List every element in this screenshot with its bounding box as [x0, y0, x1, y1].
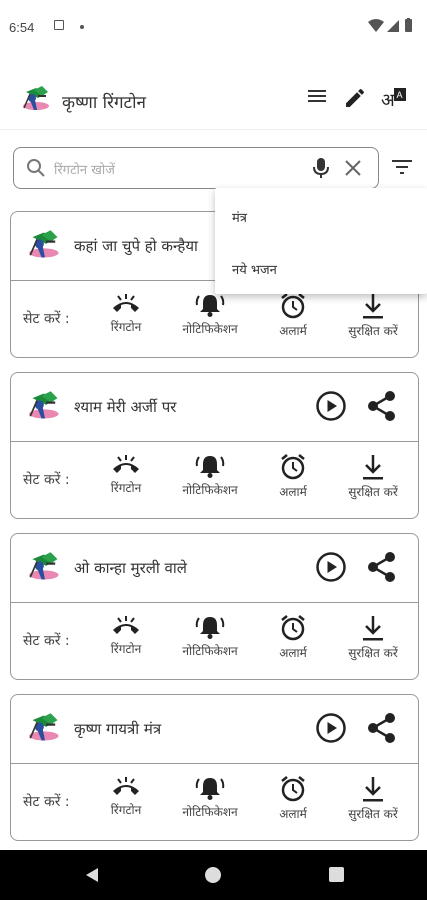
- action-label: सुरक्षित करें: [348, 485, 398, 499]
- ringtone-logo-icon: [25, 711, 65, 749]
- status-bar: 6:54: [0, 0, 427, 56]
- download-icon: [334, 775, 412, 803]
- set-notification-button[interactable]: नोटिफिकेशन: [171, 292, 249, 337]
- alarm-clock-icon: [254, 292, 332, 320]
- edit-icon[interactable]: [343, 86, 367, 114]
- set-alarm-button[interactable]: अलार्म: [254, 614, 332, 661]
- app-logo-icon: [20, 84, 54, 118]
- search-icon: [26, 158, 46, 182]
- set-ringtone-button[interactable]: रिंगटोन: [87, 775, 165, 818]
- notification-icon: [54, 20, 64, 30]
- card-header: कृष्ण गायत्री मंत्र: [11, 695, 418, 764]
- action-label: अलार्म: [279, 646, 307, 660]
- ringtone-logo-icon: [25, 550, 65, 588]
- set-alarm-button[interactable]: अलार्म: [254, 453, 332, 500]
- back-icon[interactable]: [84, 867, 100, 887]
- set-alarm-button[interactable]: अलार्म: [254, 292, 332, 339]
- system-nav-bar: [0, 850, 427, 900]
- phone-ringtone-icon: [87, 453, 165, 477]
- download-icon: [334, 453, 412, 481]
- save-button[interactable]: सुरक्षित करें: [334, 614, 412, 661]
- search-input[interactable]: रिंगटोन खोजें: [54, 160, 115, 178]
- save-button[interactable]: सुरक्षित करें: [334, 775, 412, 822]
- translate-icon[interactable]: अA: [381, 86, 409, 116]
- bell-icon: [171, 292, 249, 318]
- ringtone-card: ओ कान्हा मुरली वाले सेट करें : रिंगटोन नोटि…: [10, 533, 419, 680]
- share-icon[interactable]: [367, 390, 397, 426]
- set-label: सेट करें :: [23, 311, 70, 327]
- card-header: श्याम मेरी अर्जी पर: [11, 373, 418, 442]
- alarm-clock-icon: [254, 614, 332, 642]
- action-label: नोटिफिकेशन: [182, 483, 238, 497]
- bell-icon: [171, 453, 249, 479]
- action-label: अलार्म: [279, 807, 307, 821]
- ringtone-logo-icon: [25, 228, 65, 266]
- set-label: सेट करें :: [23, 472, 70, 488]
- alarm-clock-icon: [254, 453, 332, 481]
- set-notification-button[interactable]: नोटिफिकेशन: [171, 614, 249, 659]
- action-label: नोटिफिकेशन: [182, 644, 238, 658]
- set-alarm-button[interactable]: अलार्म: [254, 775, 332, 822]
- action-label: अलार्म: [279, 485, 307, 499]
- recents-icon[interactable]: [329, 867, 344, 882]
- app-bar: कृष्णा रिंगटोन अA: [0, 56, 427, 130]
- menu-icon[interactable]: [307, 86, 327, 110]
- set-label: सेट करें :: [23, 794, 70, 810]
- ringtone-logo-icon: [25, 389, 65, 427]
- category-dropdown: मंत्र नये भजन: [215, 188, 427, 294]
- download-icon: [334, 614, 412, 642]
- wifi-signal-battery-icon: [368, 18, 412, 32]
- search-bar[interactable]: रिंगटोन खोजें: [13, 147, 379, 189]
- set-ringtone-button[interactable]: रिंगटोन: [87, 614, 165, 657]
- action-label: सुरक्षित करें: [348, 646, 398, 660]
- status-right-icons: [367, 18, 417, 38]
- ringtone-card: श्याम मेरी अर्जी पर सेट करें : रिंगटोन नोटि…: [10, 372, 419, 519]
- action-label: रिंगटोन: [110, 320, 142, 334]
- svg-text:A: A: [397, 90, 403, 100]
- ringtone-title: ओ कान्हा मुरली वाले: [74, 559, 187, 577]
- set-notification-button[interactable]: नोटिफिकेशन: [171, 775, 249, 820]
- share-icon[interactable]: [367, 712, 397, 748]
- phone-ringtone-icon: [87, 775, 165, 799]
- set-ringtone-button[interactable]: रिंगटोन: [87, 453, 165, 496]
- action-label: रिंगटोन: [110, 481, 142, 495]
- clear-icon[interactable]: [344, 159, 362, 181]
- svg-text:अ: अ: [381, 90, 396, 111]
- ringtone-title: श्याम मेरी अर्जी पर: [74, 398, 177, 416]
- play-icon[interactable]: [315, 551, 347, 587]
- app-title: कृष्णा रिंगटोन: [62, 93, 146, 113]
- phone-ringtone-icon: [87, 614, 165, 638]
- notification-dot-icon: [80, 25, 84, 29]
- alarm-clock-icon: [254, 775, 332, 803]
- action-label: नोटिफिकेशन: [182, 322, 238, 336]
- share-icon[interactable]: [367, 551, 397, 587]
- save-button[interactable]: सुरक्षित करें: [334, 453, 412, 500]
- action-label: सुरक्षित करें: [348, 807, 398, 821]
- set-label: सेट करें :: [23, 633, 70, 649]
- ringtone-card: कृष्ण गायत्री मंत्र सेट करें : रिंगटोन नोटि…: [10, 694, 419, 841]
- set-notification-button[interactable]: नोटिफिकेशन: [171, 453, 249, 498]
- bell-icon: [171, 775, 249, 801]
- home-icon[interactable]: [205, 867, 221, 883]
- card-header: ओ कान्हा मुरली वाले: [11, 534, 418, 603]
- action-label: सुरक्षित करें: [348, 324, 398, 338]
- dropdown-item-mantra[interactable]: मंत्र: [232, 208, 247, 226]
- action-label: नोटिफिकेशन: [182, 805, 238, 819]
- phone-ringtone-icon: [87, 292, 165, 316]
- ringtone-title: कृष्ण गायत्री मंत्र: [74, 720, 162, 738]
- ringtone-title: कहां जा चुपे हो कन्हैया: [74, 237, 198, 255]
- download-icon: [334, 292, 412, 320]
- action-label: अलार्म: [279, 324, 307, 338]
- action-label: रिंगटोन: [110, 642, 142, 656]
- action-label: रिंगटोन: [110, 803, 142, 817]
- play-icon[interactable]: [315, 712, 347, 748]
- set-ringtone-button[interactable]: रिंगटोन: [87, 292, 165, 335]
- bell-icon: [171, 614, 249, 640]
- filter-icon[interactable]: [391, 158, 413, 180]
- save-button[interactable]: सुरक्षित करें: [334, 292, 412, 339]
- status-time: 6:54: [9, 20, 35, 35]
- dropdown-item-naye-bhajan[interactable]: नये भजन: [232, 260, 277, 278]
- mic-icon[interactable]: [312, 157, 330, 183]
- play-icon[interactable]: [315, 390, 347, 426]
